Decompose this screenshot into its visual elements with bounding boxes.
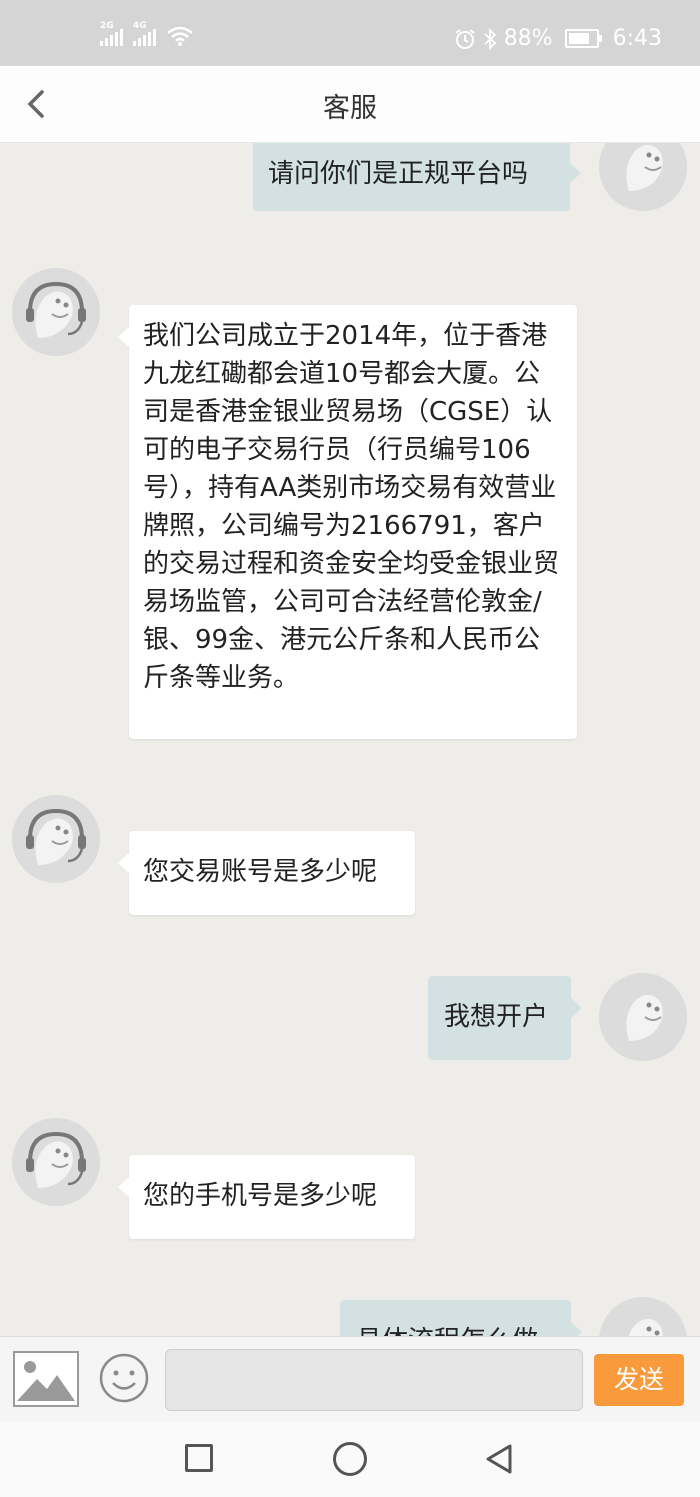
status-right: 88% 6:43: [454, 26, 662, 51]
circle-icon[interactable]: [333, 1442, 367, 1476]
title-bar: 客服: [0, 66, 700, 143]
message-text: 请问你们是正规平台吗: [268, 159, 529, 189]
alarm-icon: [455, 28, 475, 49]
send-button[interactable]: 发送: [594, 1354, 684, 1406]
clock: 6:43: [612, 26, 662, 51]
message-text: 您交易账号是多少呢: [143, 857, 378, 887]
status-bar: 2G 4G 88% 6:43: [0, 0, 700, 66]
agent-avatar: [12, 268, 100, 356]
message-bubble-agent: 您的手机号是多少呢: [118, 1155, 415, 1239]
signal-indicators: 2G 4G: [100, 21, 194, 46]
battery-percent: 88%: [503, 26, 553, 51]
system-nav-bar: [0, 1422, 700, 1497]
network-type-label: 2G: [100, 21, 114, 31]
bluetooth-icon: [484, 27, 496, 50]
page-title: 客服: [323, 93, 377, 124]
signal-icon: 2G: [100, 21, 123, 46]
user-avatar: [599, 973, 687, 1061]
message-bubble-user: 具体流程怎么做: [340, 1300, 582, 1336]
message-bubble-user: 我想开户: [428, 976, 582, 1060]
message-text: 具体流程怎么做: [356, 1326, 538, 1336]
message-bubble-agent: 我们公司成立于2014年，位于香港九龙红磡都会道10号都会大厦。公司是香港金银业…: [118, 305, 577, 739]
message-text: 您的手机号是多少呢: [143, 1181, 378, 1211]
battery-icon: [564, 29, 602, 48]
message-text: 我想开户: [444, 1002, 549, 1032]
message-bubble-user: 请问你们是正规平台吗: [253, 143, 581, 211]
square-icon[interactable]: [185, 1444, 213, 1472]
signal-icon: 4G: [133, 21, 156, 46]
message-bubble-agent: 您交易账号是多少呢: [118, 831, 415, 915]
message-input-bar: 发送: [0, 1336, 700, 1423]
triangle-back-icon[interactable]: [482, 1442, 516, 1476]
message-input[interactable]: [165, 1349, 583, 1411]
agent-avatar: [12, 795, 100, 883]
message-text: 我们公司成立于2014年，位于香港九龙红磡都会道10号都会大厦。公司是香港金银业…: [143, 321, 560, 693]
user-avatar: [599, 143, 687, 211]
chat-messages[interactable]: 请问你们是正规平台吗 我们公司成立于2014年，位于香港九龙红磡都会道10号都会…: [0, 143, 700, 1336]
smiley-icon[interactable]: [98, 1352, 150, 1404]
user-avatar: [599, 1297, 687, 1336]
image-icon[interactable]: [13, 1351, 79, 1407]
network-type-label: 4G: [133, 21, 147, 31]
wifi-icon: [167, 26, 193, 46]
agent-avatar: [12, 1118, 100, 1206]
